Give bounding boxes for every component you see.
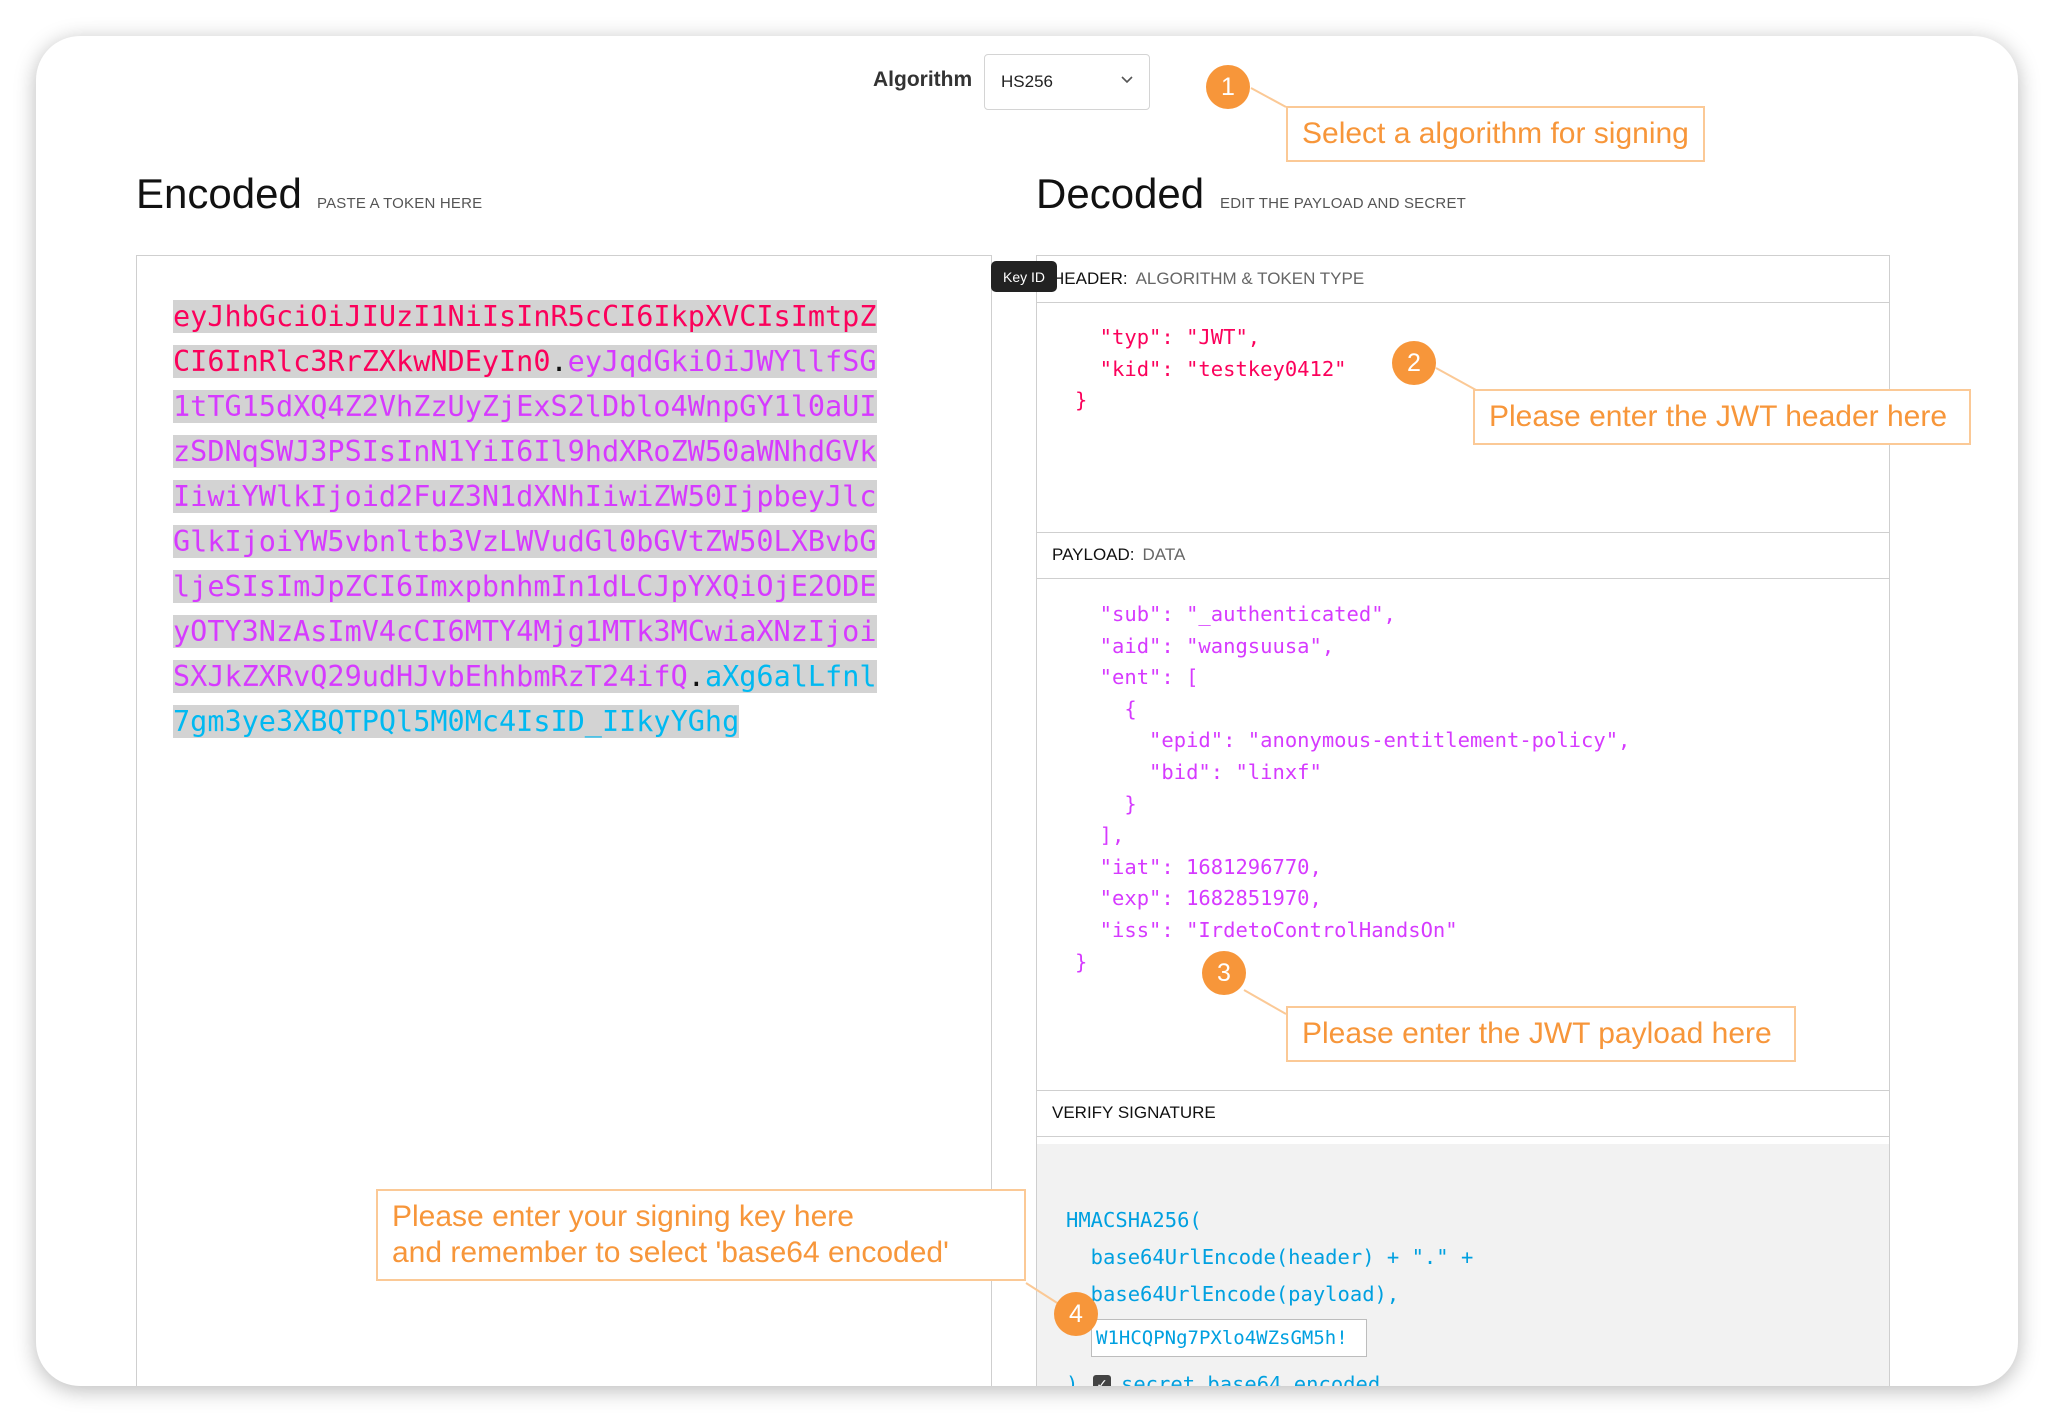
callout-badge-2: 2 [1392, 341, 1436, 385]
base64-checkbox-label: secret base64 encoded [1121, 1372, 1381, 1386]
callout-1: Select a algorithm for signing [1286, 106, 1705, 162]
verify-code-line: base64UrlEncode(header) + "." + [1066, 1245, 1474, 1269]
decoded-subtitle: EDIT THE PAYLOAD AND SECRET [1220, 195, 1467, 212]
payload-section-desc: DATA [1142, 545, 1186, 564]
callout-badge-3: 3 [1202, 951, 1246, 995]
encoded-token-text[interactable]: eyJhbGciOiJIUzI1NiIsInR5cCI6IkpXVCIsImtp… [173, 294, 883, 744]
encoded-subtitle: PASTE A TOKEN HERE [317, 195, 483, 212]
header-section-key: HEADER: [1052, 269, 1128, 288]
token-dot: . [687, 660, 705, 693]
callout-badge-4: 4 [1054, 1292, 1098, 1336]
verify-code-line: HMACSHA256( [1066, 1208, 1202, 1232]
header-json-editor[interactable]: "typ": "JWT", "kid": "testkey0412" } [1075, 322, 1347, 417]
app-window: Algorithm HS256 Encoded PASTE A TOKEN HE… [36, 36, 2018, 1386]
header-section-desc: ALGORITHM & TOKEN TYPE [1135, 269, 1365, 288]
token-dot: . [550, 345, 568, 378]
verify-code-close: ) [1066, 1372, 1079, 1386]
payload-json-editor[interactable]: "sub": "_authenticated", "aid": "wangsuu… [1075, 599, 1630, 978]
callout-2: Please enter the JWT header here [1473, 389, 1971, 445]
chevron-down-icon [1121, 76, 1133, 84]
verify-section-key: VERIFY SIGNATURE [1052, 1103, 1216, 1122]
payload-section-key: PAYLOAD: [1052, 545, 1135, 564]
callout-badge-1: 1 [1206, 65, 1250, 109]
verify-code-line: base64UrlEncode(payload), [1066, 1282, 1400, 1306]
header-section-title: HEADER: ALGORITHM & TOKEN TYPE [1037, 256, 1889, 303]
secret-key-input[interactable]: W1HCQPNg7PXlo4WZsGM5h! [1091, 1319, 1367, 1357]
algorithm-selected-value: HS256 [1001, 72, 1053, 91]
callout-4: Please enter your signing key here and r… [376, 1189, 1026, 1281]
key-id-tooltip: Key ID [991, 261, 1057, 292]
algorithm-select[interactable]: HS256 [984, 54, 1150, 110]
verify-section-title: VERIFY SIGNATURE [1037, 1090, 1889, 1137]
token-payload-segment: eyJqdGkiOiJWYllfSG1tTG15dXQ4Z2VhZzUyZjEx… [173, 345, 877, 693]
encoded-title: Encoded [136, 170, 302, 217]
algorithm-label: Algorithm [873, 68, 973, 91]
decoded-title: Decoded [1036, 170, 1205, 217]
payload-section-title: PAYLOAD: DATA [1037, 532, 1889, 579]
callout-3: Please enter the JWT payload here [1286, 1006, 1796, 1062]
base64-encoded-checkbox[interactable]: ✓ [1093, 1375, 1111, 1386]
